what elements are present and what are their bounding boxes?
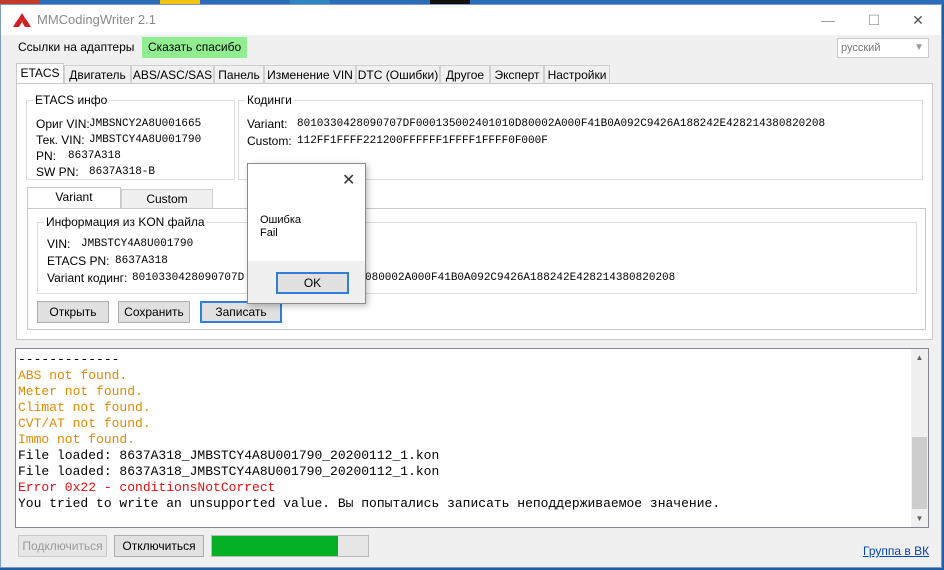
open-button[interactable]: Открыть (37, 301, 109, 323)
tab-settings[interactable]: Настройки (544, 65, 610, 83)
app-logo-icon (13, 13, 31, 27)
log-line: ABS not found. (18, 368, 128, 383)
orig-vin-value: JMBSNCY2A8U001665 (89, 118, 202, 130)
chevron-down-icon: ▼ (914, 42, 924, 53)
tab-engine[interactable]: Двигатель (64, 65, 131, 83)
tab-other[interactable]: Другое (440, 65, 490, 83)
error-dialog: ✕ Ошибка Fail OK (247, 163, 366, 304)
write-button[interactable]: Записать (200, 301, 282, 323)
custom-coding-value: 112FF1FFFF221200FFFFFF1FFFF1FFFF0F000F (297, 135, 548, 147)
etacs-info-group: ETACS инфо Ориг VIN: JMBSNCY2A8U001665 Т… (26, 93, 235, 180)
close-icon[interactable]: ✕ (342, 170, 355, 190)
kon-variant-value-right: 080002A000F41B0A092C9426A188242E42821438… (365, 272, 676, 284)
dialog-title: Ошибка (260, 214, 301, 226)
swpn-value: 8637A318-B (89, 166, 156, 178)
kon-vin-label: VIN: (47, 237, 71, 251)
progress-bar (211, 535, 369, 557)
swpn-label: SW PN: (36, 165, 79, 179)
variant-coding-value: 8010330428090707DF000135002401010D80002A… (297, 118, 826, 130)
menu-thanks[interactable]: Сказать спасибо (142, 37, 248, 58)
language-select[interactable]: русский ▼ (837, 38, 929, 58)
cur-vin-label: Тек. VIN: (36, 133, 85, 147)
log-line: ------------- (18, 352, 120, 367)
language-value: русский (841, 42, 881, 54)
tab-vin-change[interactable]: Изменение VIN (264, 65, 356, 83)
dialog-body: ✕ Ошибка Fail (248, 164, 365, 261)
maximize-button[interactable]: ☐ (851, 5, 897, 35)
tab-abs[interactable]: ABS/ASC/SAS (131, 65, 214, 83)
kon-pn-label: ETACS PN: (47, 254, 110, 268)
ok-button[interactable]: OK (276, 272, 349, 294)
log-lines: ------------- ABS not found. Meter not fou… (18, 352, 908, 512)
kon-variant-value-left: 8010330428090707D (132, 272, 245, 284)
app-window: MMCodingWriter 2.1 — ☐ ✕ Ссылки на адапт… (0, 4, 942, 568)
scroll-up-icon[interactable]: ▲ (911, 349, 928, 366)
kon-variant-label: Variant кодинг: (47, 271, 128, 285)
minimize-button[interactable]: — (805, 5, 851, 35)
variant-label: Variant: (247, 117, 288, 131)
kon-info-group: Информация из KON файла VIN: JMBSTCY4A8U… (37, 215, 917, 294)
tab-expert[interactable]: Эксперт (490, 65, 544, 83)
orig-vin-label: Ориг VIN: (36, 117, 90, 131)
cur-vin-value: JMBSTCY4A8U001790 (89, 134, 202, 146)
log-line: Error 0x22 - conditionsNotCorrect (18, 480, 276, 495)
log-line: Climat not found. (18, 400, 151, 415)
kon-vin-value: JMBSTCY4A8U001790 (81, 238, 194, 250)
log-scrollbar[interactable]: ▲ ▼ (911, 349, 928, 527)
log-line: File loaded: 8637A318_JMBSTCY4A8U001790_… (18, 448, 440, 463)
subtab-custom[interactable]: Custom (кастом) (121, 189, 213, 225)
log-console[interactable]: ------------- ABS not found. Meter not fou… (15, 348, 929, 528)
title-bar[interactable]: MMCodingWriter 2.1 — ☐ ✕ (1, 5, 941, 35)
log-line: File loaded: 8637A318_JMBSTCY4A8U001790_… (18, 464, 440, 479)
menu-bar: Ссылки на адаптеры Сказать спасибо (1, 36, 941, 60)
window-title: MMCodingWriter 2.1 (37, 12, 156, 27)
kon-info-title: Информация из KON файла (44, 215, 207, 229)
vk-group-link[interactable]: Группа в ВК (863, 544, 929, 558)
log-line: Immo not found. (18, 432, 136, 447)
menu-adapters[interactable]: Ссылки на адаптеры (12, 37, 140, 58)
log-line: Meter not found. (18, 384, 143, 399)
log-line: You tried to write an unsupported value.… (18, 496, 721, 511)
scroll-down-icon[interactable]: ▼ (911, 510, 928, 527)
dialog-message: Fail (260, 227, 278, 239)
connect-button[interactable]: Подключиться (18, 535, 107, 557)
subtab-variant[interactable]: Variant (вариант) (27, 187, 121, 223)
variant-subpanel: Информация из KON файла VIN: JMBSTCY4A8U… (27, 208, 926, 330)
scroll-thumb[interactable] (912, 437, 927, 509)
log-line: CVT/AT not found. (18, 416, 151, 431)
progress-fill (212, 536, 339, 556)
save-button[interactable]: Сохранить (118, 301, 190, 323)
tab-panel[interactable]: Панель (214, 65, 264, 83)
kon-pn-value: 8637A318 (115, 255, 168, 267)
pn-label: PN: (36, 149, 57, 163)
disconnect-button[interactable]: Отключиться (114, 535, 204, 557)
close-button[interactable]: ✕ (895, 5, 941, 35)
codings-title: Кодинги (245, 93, 294, 107)
etacs-info-title: ETACS инфо (33, 93, 110, 107)
pn-value: 8637A318 (68, 150, 121, 162)
custom-label: Custom: (247, 134, 292, 148)
tab-etacs[interactable]: ETACS (16, 63, 64, 84)
tab-dtc[interactable]: DTC (Ошибки) (356, 65, 440, 83)
